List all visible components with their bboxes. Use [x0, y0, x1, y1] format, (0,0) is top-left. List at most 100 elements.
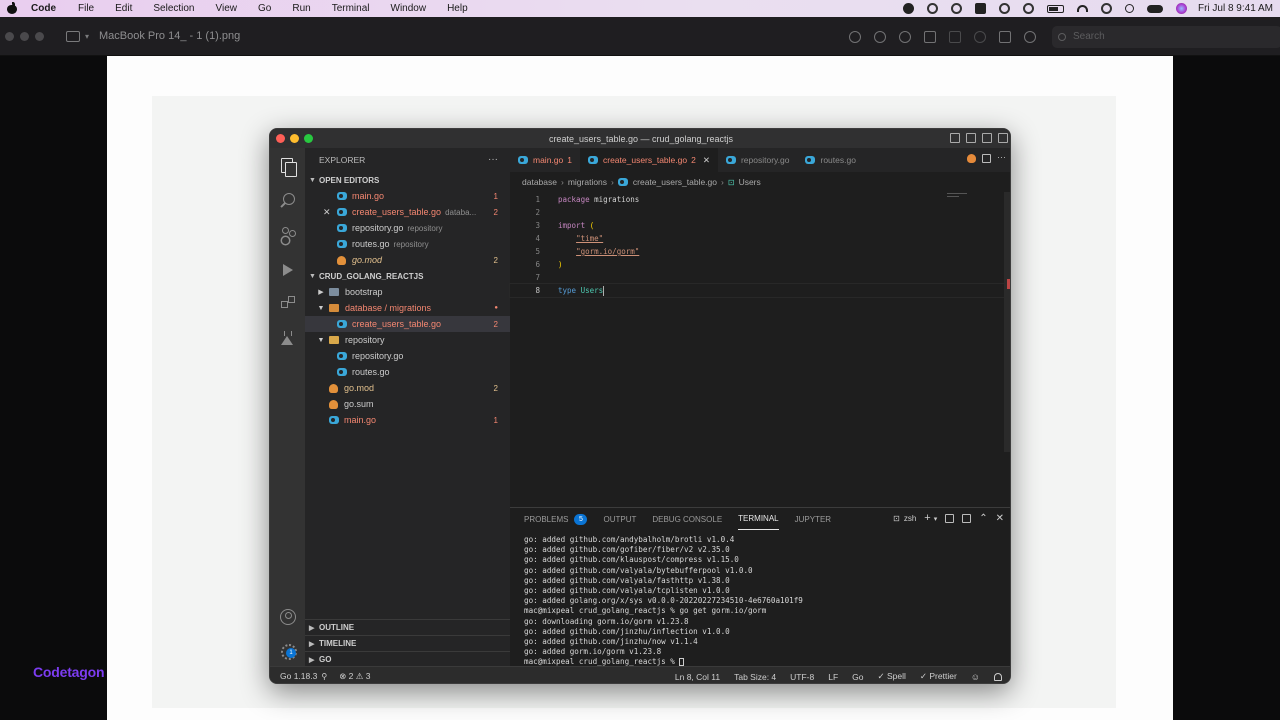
spotlight-search-icon[interactable] [1124, 4, 1134, 13]
outline-section[interactable]: ▶ OUTLINE [305, 619, 510, 635]
bold-b-icon[interactable] [974, 3, 986, 14]
close-tab-icon[interactable]: ✕ [703, 155, 710, 166]
breadcrumb-item[interactable]: migrations [568, 177, 607, 187]
menu-go[interactable]: Go [258, 3, 271, 14]
play-icon[interactable] [998, 3, 1010, 14]
control-center-icon[interactable] [1146, 4, 1163, 13]
search-field[interactable]: Search [1052, 25, 1280, 48]
editor-scrollbar[interactable] [1004, 192, 1010, 452]
open-editor-main-go[interactable]: main.go 1 [305, 188, 510, 204]
open-editor-routes-go[interactable]: routes.go repository [305, 236, 510, 252]
creative-cloud-icon[interactable] [950, 3, 962, 14]
toggle-secondary-sidebar-icon[interactable] [982, 133, 992, 143]
preview-minimize-button[interactable] [20, 31, 29, 41]
feedback-icon[interactable]: ☺ [971, 672, 980, 682]
tab-create-users-table[interactable]: create_users_table.go 2 ✕ [579, 148, 718, 172]
tab-jupyter[interactable]: JUPYTER [795, 508, 831, 530]
close-editor-icon[interactable]: ✕ [323, 207, 331, 218]
tab-problems[interactable]: PROBLEMS 5 [524, 508, 588, 530]
tree-file-main-go[interactable]: main.go 1 [305, 412, 510, 428]
status-eol[interactable]: LF [828, 672, 838, 682]
menu-file[interactable]: File [78, 3, 94, 14]
open-editor-repository-go[interactable]: repository.go repository [305, 220, 510, 236]
breadcrumb-item[interactable]: database [522, 177, 557, 187]
run-debug-icon[interactable] [279, 262, 296, 279]
status-encoding[interactable]: UTF-8 [790, 672, 814, 682]
notifications-bell-icon[interactable] [994, 672, 1002, 681]
status-problems[interactable]: ⊗ 2 ⚠ 3 [339, 671, 370, 682]
trash-icon[interactable] [962, 514, 972, 523]
user-switch-icon[interactable] [1100, 3, 1112, 14]
minimap[interactable] [947, 193, 1002, 208]
close-panel-icon[interactable]: ✕ [996, 513, 1004, 524]
terminal-output[interactable]: go: added github.com/andybalholm/brotli … [524, 535, 803, 668]
tab-debug-console[interactable]: DEBUG CONSOLE [652, 508, 722, 530]
status-prettier[interactable]: ✓ Prettier [920, 671, 957, 682]
status-tab-size[interactable]: Tab Size: 4 [734, 672, 776, 682]
menu-selection[interactable]: Selection [153, 3, 194, 14]
zoom-in-icon[interactable] [899, 30, 911, 43]
wifi-icon[interactable] [1076, 5, 1088, 12]
clock-icon[interactable] [1022, 3, 1034, 14]
status-cursor-position[interactable]: Ln 8, Col 11 [675, 672, 720, 682]
chevron-down-icon[interactable]: ▾ [934, 515, 938, 523]
source-control-icon[interactable] [279, 226, 296, 243]
open-editors-section[interactable]: ▼ OPEN EDITORS [305, 172, 510, 188]
menubar-clock[interactable]: Fri Jul 8 9:41 AM [1198, 3, 1273, 14]
status-language[interactable]: Go [852, 672, 863, 682]
extension-icon[interactable] [926, 3, 938, 14]
menu-help[interactable]: Help [447, 3, 468, 14]
status-go-version[interactable]: Go 1.18.3 [280, 671, 317, 681]
tree-folder-database-migrations[interactable]: ▼ database / migrations ● [305, 300, 510, 316]
explorer-icon[interactable] [279, 158, 297, 177]
siri-icon[interactable] [1175, 3, 1187, 14]
record-icon[interactable] [902, 3, 914, 14]
tab-output[interactable]: OUTPUT [603, 508, 636, 530]
battery-icon[interactable] [1046, 4, 1064, 13]
status-spell[interactable]: ✓ Spell [878, 671, 906, 682]
breadcrumb-item[interactable]: create_users_table.go [633, 177, 717, 187]
tree-folder-bootstrap[interactable]: ▶ bootstrap [305, 284, 510, 300]
share-icon[interactable] [924, 30, 936, 43]
preview-zoom-button[interactable] [35, 31, 44, 41]
markup-pen-icon[interactable] [949, 30, 961, 43]
menu-app-code[interactable]: Code [31, 3, 56, 14]
tree-file-create-users-table[interactable]: create_users_table.go 2 [305, 316, 510, 332]
menu-run[interactable]: Run [292, 3, 310, 14]
search-icon[interactable] [279, 192, 296, 209]
go-gopher-icon[interactable] [967, 154, 976, 163]
tree-folder-repository[interactable]: ▼ repository [305, 332, 510, 348]
account-icon[interactable] [279, 608, 296, 625]
breadcrumb-item[interactable]: Users [739, 177, 761, 187]
window-close-button[interactable] [276, 134, 285, 143]
chevron-icon[interactable] [974, 30, 986, 43]
open-editor-go-mod[interactable]: go.mod 2 [305, 252, 510, 268]
sidebar-toggle-icon[interactable] [66, 30, 80, 42]
more-actions-icon[interactable]: ··· [997, 153, 1006, 163]
open-editor-create-users-table[interactable]: ✕ create_users_table.go databa... 2 [305, 204, 510, 220]
split-editor-icon[interactable] [982, 154, 991, 163]
project-section[interactable]: ▼ CRUD_GOLANG_REACTJS [305, 268, 510, 284]
go-section[interactable]: ▶ GO [305, 651, 510, 667]
new-terminal-icon[interactable]: + [924, 513, 930, 524]
testing-icon[interactable] [279, 330, 296, 347]
info-icon[interactable] [849, 30, 861, 43]
preview-close-button[interactable] [5, 31, 14, 41]
window-minimize-button[interactable] [290, 134, 299, 143]
maximize-panel-icon[interactable]: ⌃ [979, 513, 987, 524]
chevron-down-icon[interactable]: ▾ [85, 32, 89, 41]
sync-icon[interactable]: ⚲ [321, 672, 327, 681]
tab-routes-go[interactable]: routes.go [797, 148, 863, 172]
tree-file-go-mod[interactable]: go.mod 2 [305, 380, 510, 396]
code-editor[interactable]: 1 package migrations 2 3 import ( 4 "tim… [509, 193, 1010, 298]
menu-view[interactable]: View [216, 3, 238, 14]
menu-window[interactable]: Window [391, 3, 427, 14]
toggle-panel-icon[interactable] [966, 133, 976, 143]
window-zoom-button[interactable] [304, 134, 313, 143]
toggle-primary-sidebar-icon[interactable] [950, 133, 960, 143]
customize-layout-icon[interactable] [998, 133, 1008, 143]
menu-edit[interactable]: Edit [115, 3, 132, 14]
apple-icon[interactable] [7, 2, 17, 14]
zoom-out-icon[interactable] [874, 30, 886, 43]
tab-repository-go[interactable]: repository.go [718, 148, 798, 172]
